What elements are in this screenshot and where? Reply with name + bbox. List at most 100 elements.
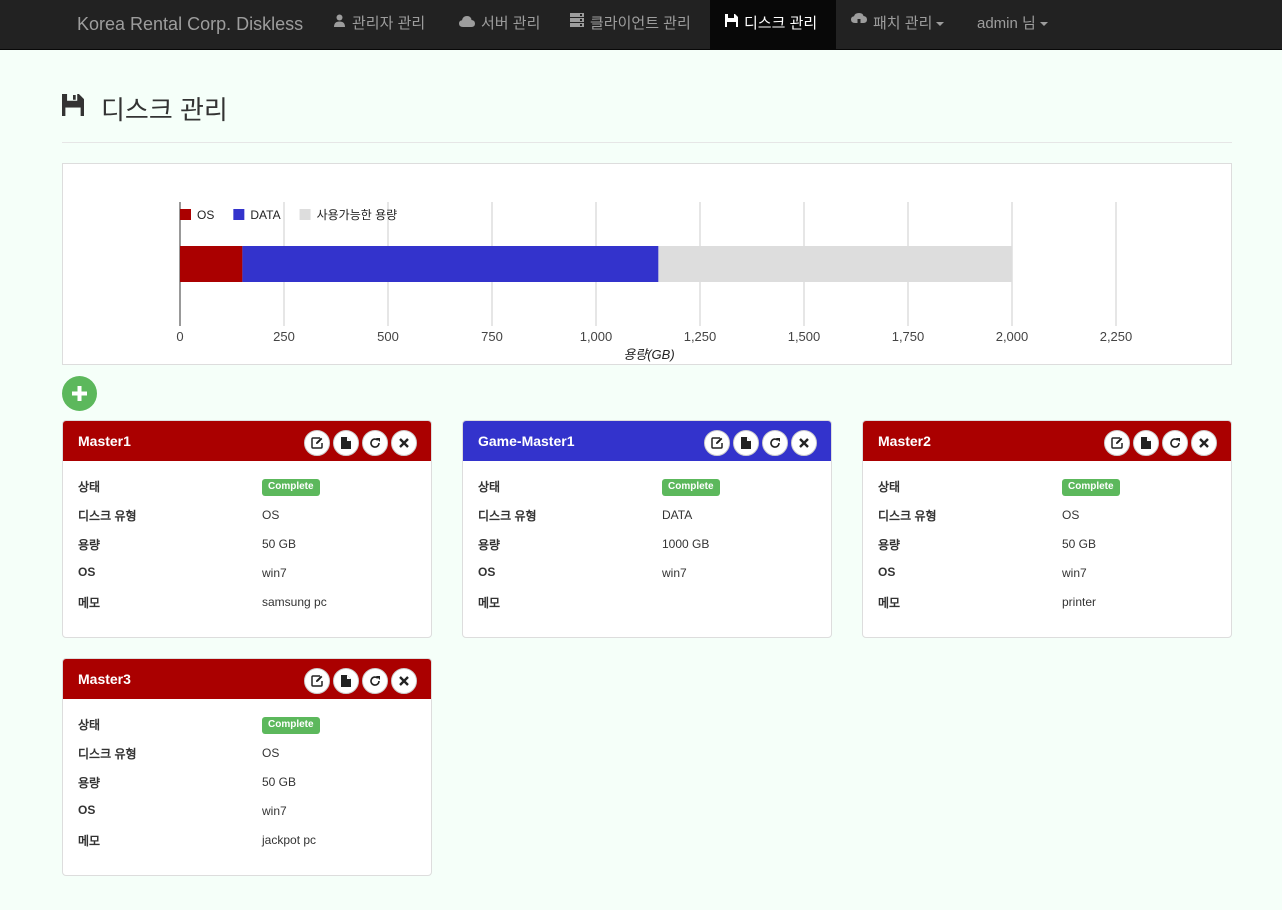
file-icon: [1141, 437, 1151, 449]
page-title: 디스크 관리: [101, 95, 228, 125]
refresh-disk-button[interactable]: [362, 668, 388, 694]
field-label: 용량: [478, 538, 501, 552]
field-label: 상태: [78, 718, 101, 732]
user-icon: [333, 0, 346, 46]
field-label: 용량: [878, 538, 901, 552]
disk-field-os: OS win7: [78, 558, 416, 587]
nav-item-label: 클라이언트 관리: [590, 15, 691, 32]
disk-field-disk-type: 디스크 유형 DATA: [478, 500, 816, 529]
page-header: 디스크 관리: [62, 90, 1232, 143]
disk-field-os: OS win7: [878, 558, 1216, 587]
nav-item-label: 디스크 관리: [744, 15, 818, 32]
field-label: 메모: [878, 596, 901, 610]
file-icon: [741, 437, 751, 449]
delete-disk-button[interactable]: [391, 668, 417, 694]
cloud-icon: [459, 0, 475, 46]
nav-item-admins[interactable]: 관리자 관리: [321, 0, 437, 49]
cloud-download-icon: [851, 0, 867, 46]
x-tick-label: 500: [377, 329, 399, 344]
edit-icon: [311, 437, 323, 449]
x-tick-label: 2,250: [1100, 329, 1133, 344]
edit-icon: [311, 675, 323, 687]
nav-item-label: 관리자 관리: [352, 15, 426, 32]
x-tick-label: 1,250: [684, 329, 717, 344]
field-label: 메모: [478, 596, 501, 610]
close-icon: [1199, 438, 1209, 448]
field-value: win7: [262, 804, 287, 818]
field-value: 50 GB: [262, 775, 297, 789]
disk-field-memo: 메모 jackpot pc: [78, 825, 416, 854]
field-label: 디스크 유형: [78, 509, 137, 523]
edit-disk-button[interactable]: [704, 430, 730, 456]
field-label: 디스크 유형: [878, 509, 937, 523]
field-value: OS: [1062, 508, 1080, 522]
field-value: OS: [262, 508, 280, 522]
edit-disk-button[interactable]: [1104, 430, 1130, 456]
delete-disk-button[interactable]: [791, 430, 817, 456]
disk-field-disk-type: 디스크 유형 OS: [878, 500, 1216, 529]
brand-link[interactable]: Korea Rental Corp. Diskless: [77, 0, 303, 50]
disk-field-status: 상태 Complete: [78, 471, 416, 500]
view-disk-button[interactable]: [1133, 430, 1159, 456]
field-label: 상태: [478, 480, 501, 494]
disk-card-body: 상태 Complete 디스크 유형 DATA 용량 1000 GB OS win7 메모: [463, 461, 831, 616]
disk-card-title: Master1: [78, 433, 131, 449]
nav-item-servers[interactable]: 서버 관리: [447, 0, 552, 49]
edit-disk-button[interactable]: [304, 430, 330, 456]
legend-label: 사용가능한 용량: [317, 208, 398, 222]
disk-card-body: 상태 Complete 디스크 유형 OS 용량 50 GB OS win7 메모 samsung…: [63, 461, 431, 616]
disk-field-memo: 메모 samsung pc: [78, 587, 416, 616]
edit-icon: [1111, 437, 1123, 449]
status-badge: Complete: [662, 479, 720, 496]
disk-card-body: 상태 Complete 디스크 유형 OS 용량 50 GB OS win7 메모 printer: [863, 461, 1231, 616]
add-disk-button[interactable]: [62, 376, 97, 411]
field-label: OS: [78, 565, 96, 579]
bar-segment: [180, 246, 243, 282]
field-label: 디스크 유형: [478, 509, 537, 523]
field-label: 용량: [78, 776, 101, 790]
legend-label: DATA: [250, 208, 280, 222]
refresh-icon: [1169, 437, 1181, 449]
refresh-disk-button[interactable]: [362, 430, 388, 456]
disk-card-header: Master3: [63, 659, 431, 699]
refresh-disk-button[interactable]: [762, 430, 788, 456]
delete-disk-button[interactable]: [1191, 430, 1217, 456]
nav-item-clients[interactable]: 클라이언트 관리: [558, 0, 703, 49]
field-label: 상태: [78, 480, 101, 494]
field-label: OS: [78, 803, 96, 817]
delete-disk-button[interactable]: [391, 430, 417, 456]
view-disk-button[interactable]: [333, 430, 359, 456]
close-icon: [399, 676, 409, 686]
user-menu-label: admin 님: [977, 15, 1036, 32]
field-value: printer: [1062, 595, 1097, 609]
field-label: 메모: [78, 596, 101, 610]
view-disk-button[interactable]: [733, 430, 759, 456]
disk-card-header: Master2: [863, 421, 1231, 461]
status-badge: Complete: [262, 717, 320, 734]
edit-disk-button[interactable]: [304, 668, 330, 694]
nav-item-patches[interactable]: 패치 관리: [839, 0, 956, 49]
disk-card-actions: [304, 668, 417, 694]
close-icon: [799, 438, 809, 448]
nav-item-label: 패치 관리: [873, 15, 933, 32]
x-tick-label: 1,500: [788, 329, 821, 344]
disk-card-actions: [704, 430, 817, 456]
refresh-icon: [369, 437, 381, 449]
view-disk-button[interactable]: [333, 668, 359, 694]
chevron-down-icon: [936, 22, 945, 27]
nav-item-disks[interactable]: 디스크 관리: [710, 0, 836, 49]
refresh-disk-button[interactable]: [1162, 430, 1188, 456]
field-value: OS: [262, 746, 280, 760]
field-label: 용량: [78, 538, 101, 552]
user-menu[interactable]: admin 님: [962, 0, 1063, 49]
disk-card: Master2 상태 Complete 디스크 유형 OS 용량 50 GB OS win7 메모…: [862, 420, 1232, 638]
field-label: OS: [878, 565, 896, 579]
status-badge: Complete: [262, 479, 320, 496]
legend-swatch: [299, 209, 311, 220]
disk-field-disk-type: 디스크 유형 OS: [78, 500, 416, 529]
disk-field-os: OS win7: [478, 558, 816, 587]
server-icon: [570, 0, 584, 46]
field-value: DATA: [662, 508, 693, 522]
field-label: 디스크 유형: [78, 747, 137, 761]
disk-field-status: 상태 Complete: [478, 471, 816, 500]
